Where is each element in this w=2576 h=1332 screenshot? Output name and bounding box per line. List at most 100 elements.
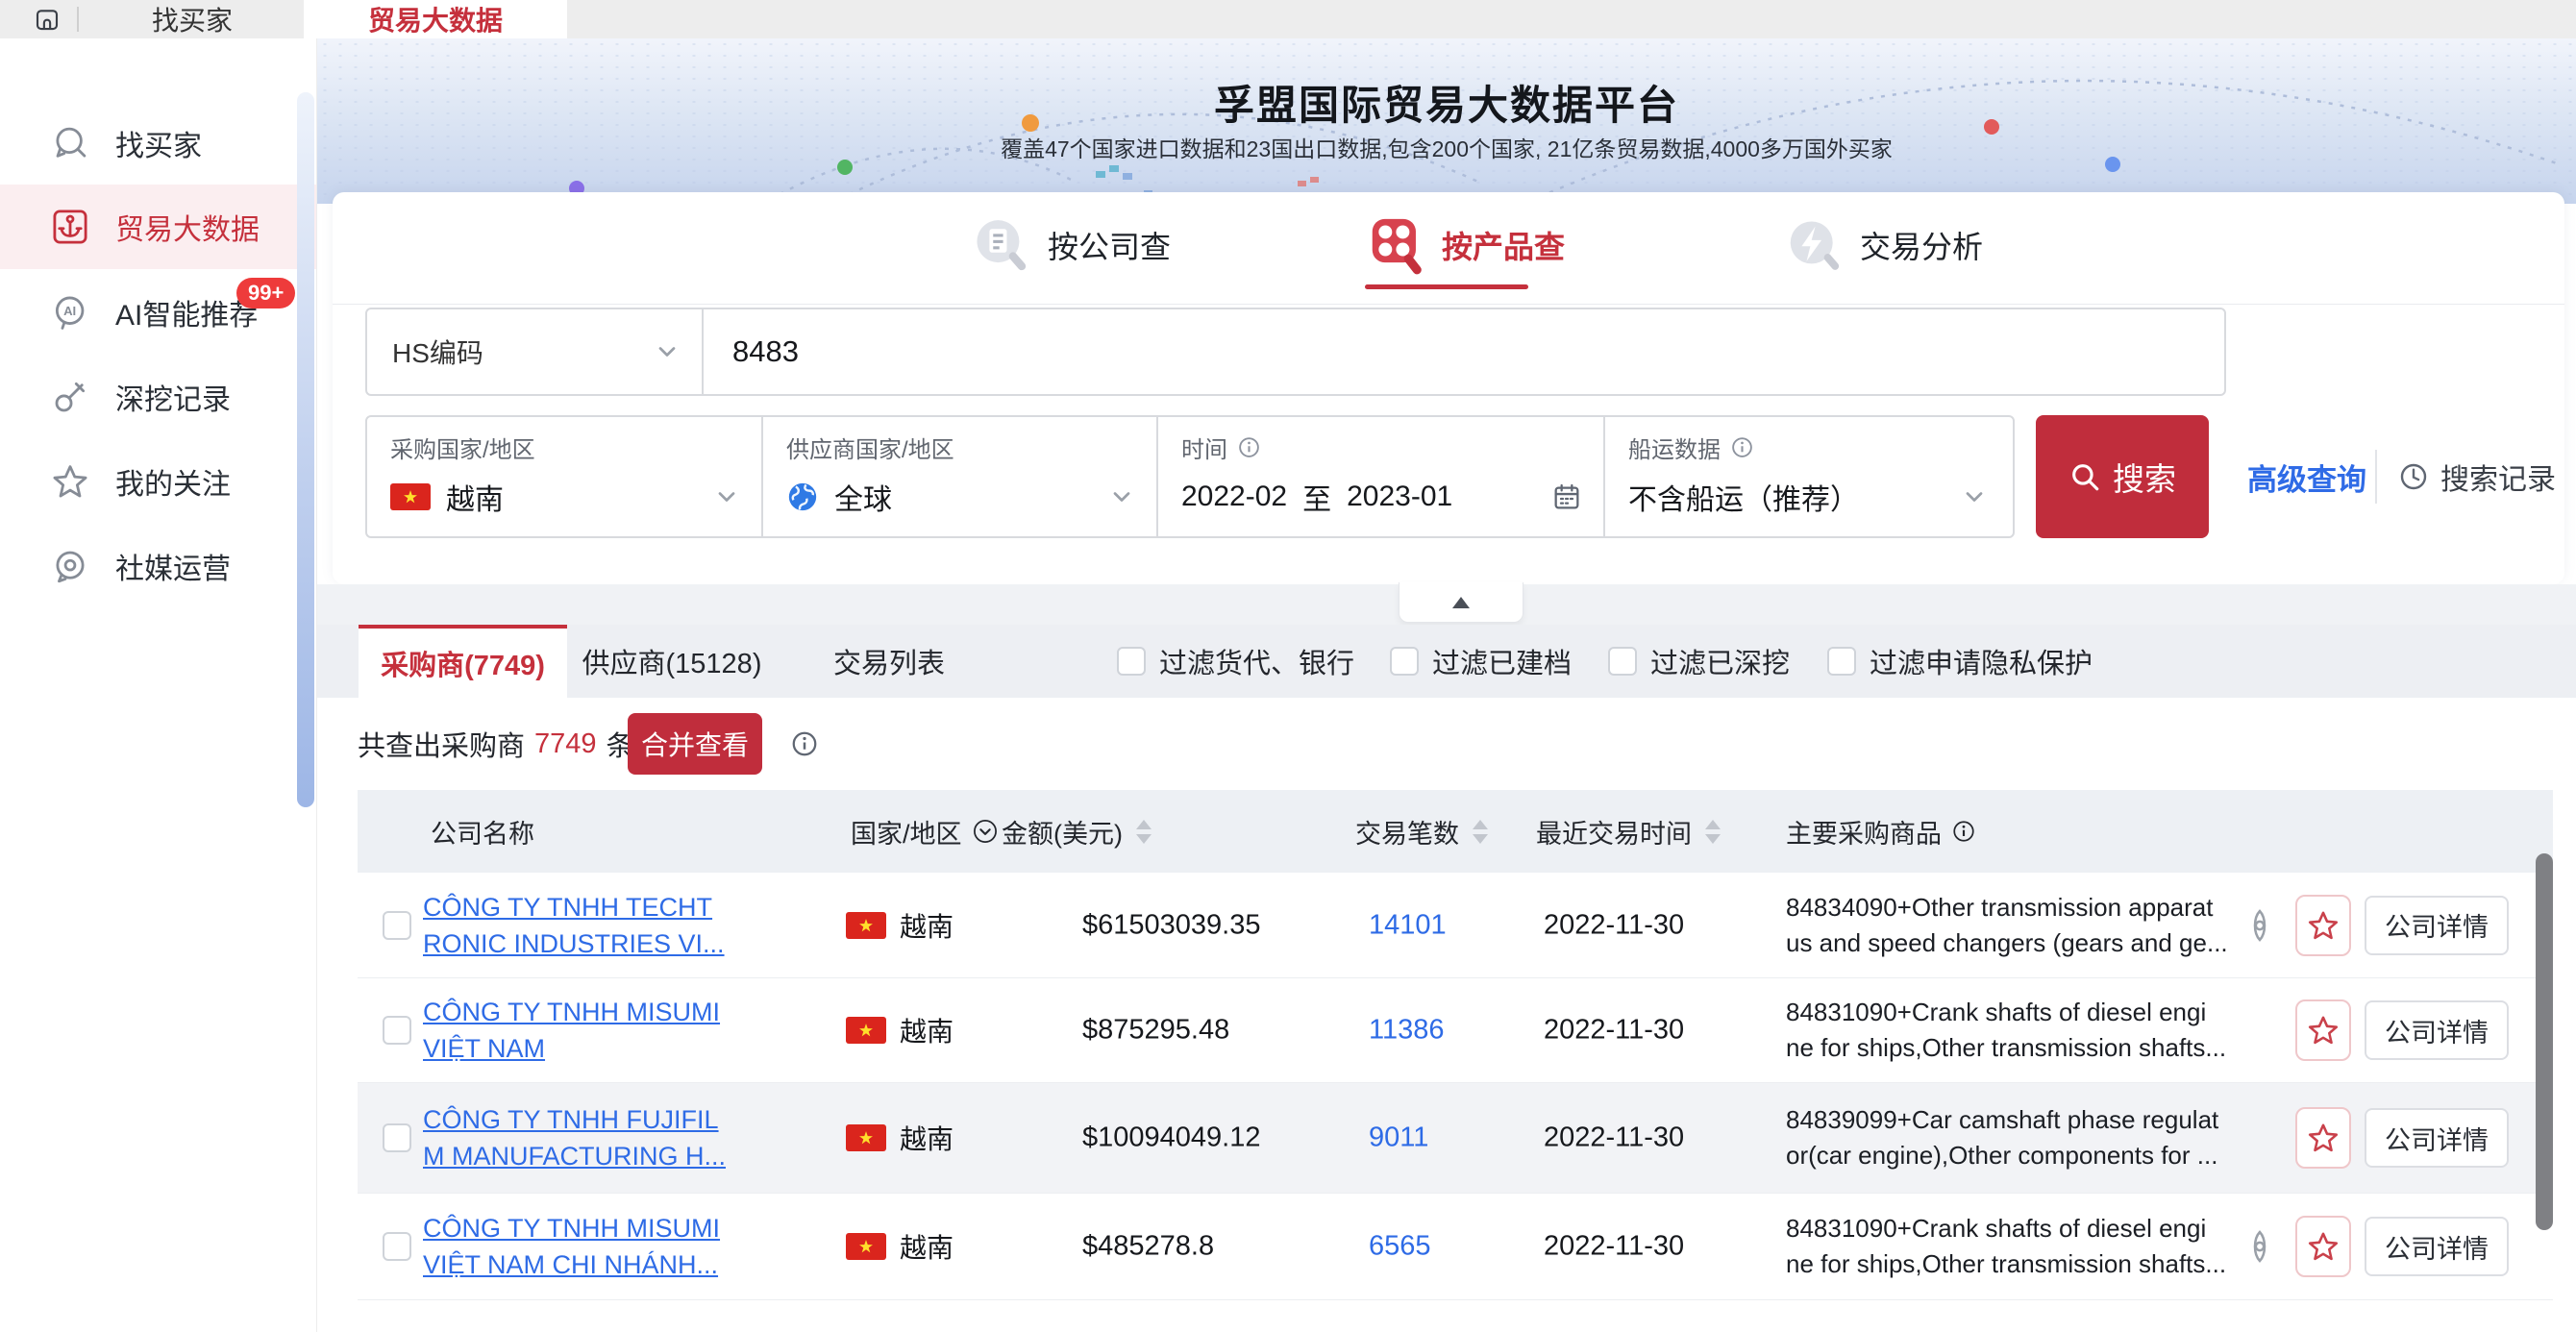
buyer-country-label: 采购国家/地区 (390, 431, 535, 464)
info-icon (1730, 435, 1754, 459)
top-tab-trade-data[interactable]: 贸易大数据 (304, 0, 567, 38)
chevron-down-icon (1108, 483, 1135, 510)
row-checkbox[interactable] (383, 911, 411, 940)
row-checkbox[interactable] (383, 1232, 411, 1261)
calendar-icon (1551, 481, 1582, 512)
globe-icon (786, 481, 819, 513)
tab-search-by-company[interactable]: 按公司查 (971, 204, 1171, 286)
company-name-link[interactable]: CÔNG TY TNHH TECHT RONIC INDUSTRIES VI..… (423, 889, 759, 962)
info-icon[interactable] (790, 729, 819, 763)
header-main-products: 主要采购商品 (1786, 790, 1976, 873)
pickaxe-icon (50, 377, 90, 417)
follow-star-button[interactable] (2295, 1216, 2351, 1277)
tab-transaction-list[interactable]: 交易列表 (807, 625, 971, 698)
privacy-eye-icon[interactable] (2242, 907, 2278, 944)
tab-suppliers[interactable]: 供应商(15128) (566, 625, 778, 698)
filter-checkbox-item[interactable]: 过滤申请隐私保护 (1827, 625, 2093, 698)
checkbox-label: 过滤货代、银行 (1159, 641, 1354, 681)
time-range-picker[interactable]: 时间 2022-02 至 2023-01 (1156, 417, 1603, 536)
filter-checkbox-item[interactable]: 过滤货代、银行 (1117, 625, 1354, 698)
company-search-icon (971, 215, 1030, 275)
sort-last-date[interactable] (1705, 820, 1721, 844)
sidebar-item-label: 深挖记录 (115, 376, 231, 418)
company-name-link[interactable]: CÔNG TY TNHH MISUMI VIỆT NAM CHI NHÁNH..… (423, 1210, 759, 1283)
advanced-query-link[interactable]: 高级查询 (2247, 415, 2366, 538)
last-trade-date: 2022-11-30 (1544, 909, 1684, 941)
transaction-count-link[interactable]: 9011 (1369, 1122, 1428, 1154)
left-scrollbar-thumb[interactable] (297, 92, 314, 807)
follow-star-button[interactable] (2295, 1107, 2351, 1169)
sidebar-item-find-buyer[interactable]: 找买家 (0, 101, 316, 185)
clock-icon (2398, 461, 2429, 492)
row-checkbox[interactable] (383, 1123, 411, 1152)
sidebar-item-dig-records[interactable]: 深挖记录 (0, 355, 316, 439)
transaction-count-link[interactable]: 6565 (1369, 1231, 1431, 1263)
sort-transactions[interactable] (1473, 820, 1488, 844)
header-company: 公司名称 (431, 790, 534, 873)
sidebar-item-my-follows[interactable]: 我的关注 (0, 439, 316, 524)
filter-checkbox-item[interactable]: 过滤已建档 (1390, 625, 1572, 698)
transaction-count-link[interactable]: 11386 (1369, 1015, 1445, 1047)
sidebar-item-ai-recommend[interactable]: AI AI智能推荐 99+ (0, 270, 316, 355)
company-detail-button[interactable]: 公司详情 (2365, 1108, 2509, 1168)
filter-checkbox-item[interactable]: 过滤已深挖 (1608, 625, 1790, 698)
checkbox-label: 过滤已深挖 (1650, 641, 1790, 681)
tab-buyers[interactable]: 采购商(7749) (359, 625, 567, 698)
company-detail-button[interactable]: 公司详情 (2365, 1000, 2509, 1060)
result-tabs-strip: 采购商(7749) 供应商(15128) 交易列表 过滤货代、银行 过滤已建档 过滤… (317, 625, 2576, 698)
row-checkbox[interactable] (383, 1016, 411, 1045)
hs-code-select[interactable]: HS编码 (367, 309, 704, 394)
checkbox[interactable] (1827, 647, 1856, 676)
supplier-country-select[interactable]: 供应商国家/地区 全球 (761, 417, 1156, 536)
sidebar-item-trade-data[interactable]: 贸易大数据 (0, 185, 316, 269)
ai-badge: 99+ (236, 278, 295, 308)
tab-search-by-product[interactable]: 按产品查 (1365, 204, 1565, 286)
checkbox-label: 过滤申请隐私保护 (1870, 641, 2093, 681)
banner-title: 孚盟国际贸易大数据平台 (317, 73, 2576, 132)
shipping-data-select[interactable]: 船运数据 不含船运（推荐） (1603, 417, 2009, 536)
right-scrollbar-thumb[interactable] (2536, 853, 2553, 1230)
sidebar-item-social-media[interactable]: 社媒运营 (0, 524, 316, 608)
top-tab-find-buyer[interactable]: 找买家 (96, 0, 288, 38)
company-name-link[interactable]: CÔNG TY TNHH MISUMI VIỆT NAM (423, 994, 759, 1067)
tab-trade-analysis[interactable]: 交易分析 (1783, 204, 1983, 286)
search-history-link[interactable]: 搜索记录 (2398, 415, 2556, 538)
checkbox[interactable] (1390, 647, 1419, 676)
collapse-panel-button[interactable] (1399, 582, 1523, 623)
chevron-down-icon (1961, 483, 1988, 510)
chevron-down-icon (654, 338, 681, 365)
hero-banner: 孚盟国际贸易大数据平台 覆盖47个国家进口数据和23国出口数据,包含200个国家… (317, 38, 2576, 204)
company-detail-button[interactable]: 公司详情 (2365, 896, 2509, 955)
checkbox-label: 过滤已建档 (1432, 641, 1572, 681)
search-button[interactable]: 搜索 (2036, 415, 2209, 538)
checkbox[interactable] (1117, 647, 1146, 676)
follow-star-button[interactable] (2295, 999, 2351, 1061)
header-country: 国家/地区 (851, 790, 999, 873)
checkbox[interactable] (1608, 647, 1637, 676)
tab-label: 按公司查 (1048, 223, 1171, 267)
table-header: 公司名称 国家/地区 金额(美元) 交易笔数 最近交易时间 主要采购商品 (358, 790, 2553, 873)
merge-view-button[interactable]: 合并查看 (628, 713, 762, 775)
company-name-link[interactable]: CÔNG TY TNHH FUJIFIL M MANUFACTURING H..… (423, 1101, 759, 1174)
search-input[interactable]: 8483 (704, 309, 2224, 394)
country-filter-icon[interactable] (972, 818, 999, 845)
ai-head-icon: AI (50, 292, 90, 333)
vietnam-flag-icon (846, 1017, 886, 1044)
transaction-count-link[interactable]: 14101 (1369, 909, 1447, 941)
privacy-eye-icon[interactable] (2242, 1228, 2278, 1265)
top-tab-bar: 找买家 贸易大数据 (0, 0, 2576, 38)
home-button[interactable] (25, 3, 69, 36)
sidebar-item-label: 社媒运营 (115, 545, 231, 587)
table-row: CÔNG TY TNHH MISUMI VIỆT NAM越南$875295.48… (358, 977, 2553, 1082)
company-detail-button[interactable]: 公司详情 (2365, 1217, 2509, 1276)
follow-star-button[interactable] (2295, 895, 2351, 956)
amount-value: $61503039.35 (1082, 909, 1260, 941)
buyer-country-value: 越南 (446, 476, 504, 518)
sort-amount[interactable] (1136, 820, 1152, 844)
search-history-label: 搜索记录 (2440, 456, 2556, 498)
info-icon (1237, 435, 1261, 459)
filter-bar: 采购国家/地区 越南 供应商国家/地区 全球 时间 (365, 415, 2015, 538)
header-amount: 金额(美元) (1002, 790, 1152, 873)
table-rows: CÔNG TY TNHH TECHT RONIC INDUSTRIES VI..… (358, 873, 2553, 1332)
buyer-country-select[interactable]: 采购国家/地区 越南 (367, 417, 761, 536)
